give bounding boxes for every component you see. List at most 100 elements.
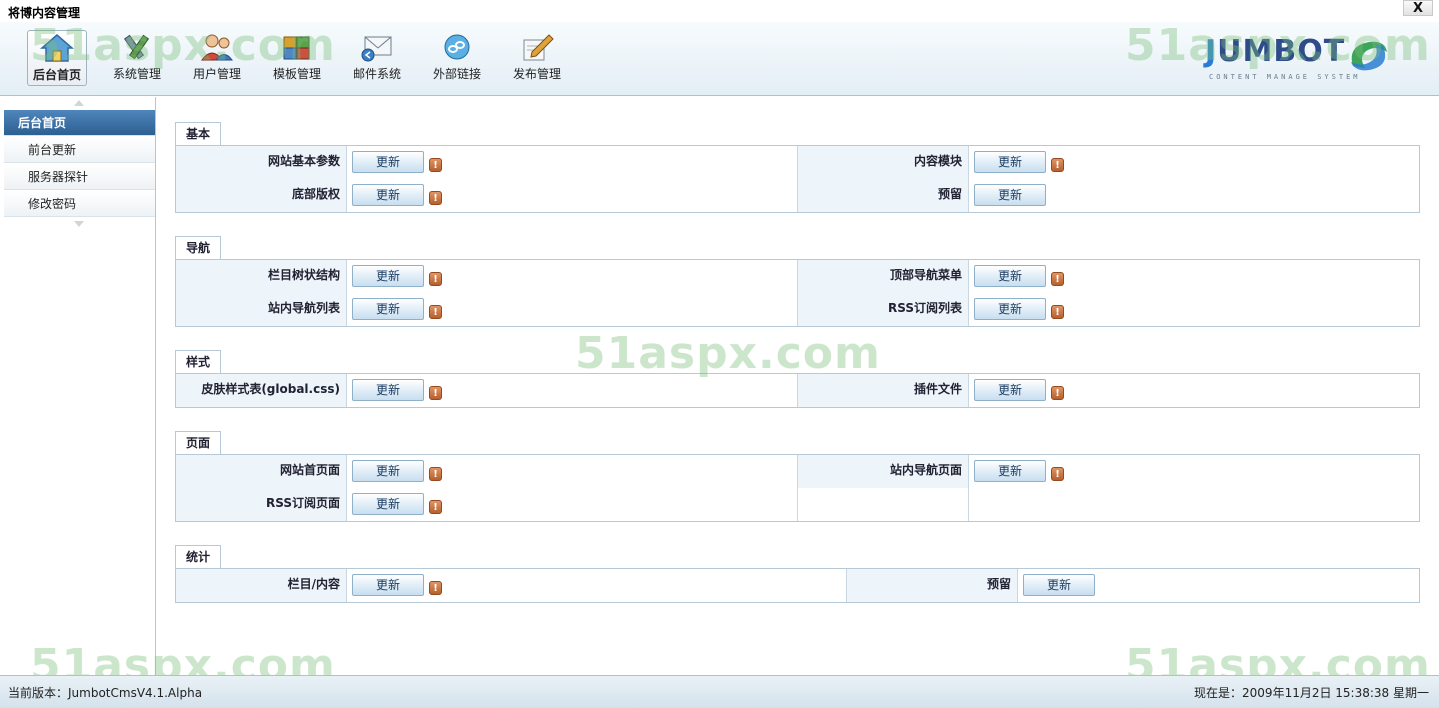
row-label: 站内导航列表	[176, 293, 347, 326]
warning-icon: !	[429, 272, 442, 286]
row-label: 皮肤样式表(global.css)	[176, 374, 347, 407]
toolbar-mail[interactable]: 邮件系统	[347, 30, 407, 86]
section-tab: 基本	[175, 122, 222, 146]
toolbar-users[interactable]: 用户管理	[187, 30, 247, 86]
pencil-icon	[523, 34, 554, 61]
section-grid: 网站基本参数 更新 ! 内容模块 更新 ! 底部版权 更新 ! 预留 更新	[175, 145, 1420, 213]
warning-icon: !	[429, 386, 442, 400]
update-button[interactable]: 更新	[974, 298, 1046, 320]
toolbar-publish-label: 发布管理	[512, 67, 561, 81]
toolbar-templates[interactable]: 模板管理	[267, 30, 327, 86]
section-grid: 栏目树状结构 更新 ! 顶部导航菜单 更新 ! 站内导航列表 更新 ! RSS订…	[175, 259, 1420, 327]
update-button[interactable]: 更新	[974, 460, 1046, 482]
toolbar-publish[interactable]: 发布管理	[507, 30, 567, 86]
update-button[interactable]: 更新	[352, 379, 424, 401]
tools-icon	[123, 34, 150, 60]
toolbar-system-label: 系统管理	[112, 67, 161, 81]
sidebar-item-home[interactable]: 后台首页	[4, 110, 155, 136]
table-row: 栏目树状结构 更新 ! 顶部导航菜单 更新 !	[176, 260, 1419, 293]
section-tab: 导航	[175, 236, 222, 260]
table-row: 网站首页面 更新 ! 站内导航页面 更新 !	[176, 455, 1419, 488]
mail-icon	[361, 36, 392, 62]
update-button[interactable]: 更新	[974, 184, 1046, 206]
row-label: 预留	[847, 569, 1018, 602]
warning-icon: !	[429, 581, 442, 595]
puzzle-icon	[283, 36, 310, 60]
version-text: 当前版本：JumbotCmsV4.1.Alpha	[8, 686, 203, 700]
table-row: 站内导航列表 更新 ! RSS订阅列表 更新 !	[176, 293, 1419, 326]
section-tab: 样式	[175, 350, 222, 374]
row-label: 栏目/内容	[176, 569, 347, 602]
toolbar-home-label: 后台首页	[32, 68, 81, 82]
update-button[interactable]: 更新	[974, 151, 1046, 173]
sidebar: 后台首页 前台更新 服务器探针 修改密码	[0, 97, 156, 675]
row-label: 顶部导航菜单	[798, 260, 969, 293]
row-label: 网站首页面	[176, 455, 347, 488]
update-button[interactable]: 更新	[352, 265, 424, 287]
section-grid: 皮肤样式表(global.css) 更新 ! 插件文件 更新 !	[175, 373, 1420, 408]
update-button[interactable]: 更新	[974, 379, 1046, 401]
toolbar-templates-label: 模板管理	[272, 67, 321, 81]
update-button[interactable]: 更新	[352, 184, 424, 206]
warning-icon: !	[429, 500, 442, 514]
table-row: 网站基本参数 更新 ! 内容模块 更新 !	[176, 146, 1419, 179]
datetime-text: 现在是：2009年11月2日 15:38:38 星期一	[1194, 686, 1429, 700]
warning-icon: !	[429, 158, 442, 172]
row-label: 站内导航页面	[798, 455, 969, 488]
window-title: 将博内容管理	[8, 6, 81, 20]
warning-icon: !	[1051, 467, 1064, 481]
update-button[interactable]: 更新	[1023, 574, 1095, 596]
jumbot-logo: JUMBOT CONTENT MANAGE SYSTEM	[1205, 34, 1405, 92]
toolbar-links[interactable]: 外部链接	[427, 30, 487, 86]
section-grid: 网站首页面 更新 ! 站内导航页面 更新 ! RSS订阅页面 更新 !	[175, 454, 1420, 522]
update-button[interactable]: 更新	[352, 493, 424, 515]
section-tab: 统计	[175, 545, 222, 569]
section-tab: 页面	[175, 431, 222, 455]
warning-icon: !	[1051, 305, 1064, 319]
update-button[interactable]: 更新	[352, 574, 424, 596]
status-bar: 当前版本：JumbotCmsV4.1.Alpha 现在是：2009年11月2日 …	[0, 675, 1439, 708]
top-toolbar: 后台首页 系统管理 用户管理 模板管理 邮件系统 外部链接 发布管理 JUMBO…	[0, 22, 1439, 96]
main-content: 基本 网站基本参数 更新 ! 内容模块 更新 ! 底部版权 更新 ! 预留 更新…	[157, 97, 1439, 675]
close-button[interactable]: X	[1403, 0, 1433, 16]
sidebar-item-server-probe[interactable]: 服务器探针	[4, 164, 155, 190]
logo-swirl-icon	[1351, 41, 1387, 71]
empty-cell	[969, 488, 1419, 521]
warning-icon: !	[429, 305, 442, 319]
row-label: 预留	[798, 179, 969, 212]
toolbar-mail-label: 邮件系统	[352, 67, 401, 81]
update-button[interactable]: 更新	[352, 151, 424, 173]
warning-icon: !	[429, 467, 442, 481]
section-grid: 栏目/内容 更新 ! 预留 更新	[175, 568, 1420, 603]
row-label: 内容模块	[798, 146, 969, 179]
update-button[interactable]: 更新	[974, 265, 1046, 287]
row-label: 底部版权	[176, 179, 347, 212]
toolbar-system[interactable]: 系统管理	[107, 30, 167, 86]
link-icon	[444, 34, 470, 60]
sidebar-item-change-password[interactable]: 修改密码	[4, 191, 155, 217]
warning-icon: !	[1051, 272, 1064, 286]
toolbar-home[interactable]: 后台首页	[27, 30, 87, 86]
table-row: 皮肤样式表(global.css) 更新 ! 插件文件 更新 !	[176, 374, 1419, 407]
warning-icon: !	[1051, 386, 1064, 400]
scroll-down-icon[interactable]	[74, 221, 84, 227]
sidebar-item-frontend-update[interactable]: 前台更新	[4, 137, 155, 163]
title-bar: 将博内容管理 X	[0, 0, 1439, 22]
row-label: 插件文件	[798, 374, 969, 407]
row-label: 栏目树状结构	[176, 260, 347, 293]
table-row: 栏目/内容 更新 ! 预留 更新	[176, 569, 1419, 602]
scroll-up-icon[interactable]	[74, 100, 84, 106]
row-label: RSS订阅页面	[176, 488, 347, 521]
warning-icon: !	[1051, 158, 1064, 172]
row-label: RSS订阅列表	[798, 293, 969, 326]
update-button[interactable]: 更新	[352, 298, 424, 320]
empty-cell	[798, 488, 969, 521]
table-row: RSS订阅页面 更新 !	[176, 488, 1419, 521]
toolbar-links-label: 外部链接	[432, 67, 481, 81]
update-button[interactable]: 更新	[352, 460, 424, 482]
row-label: 网站基本参数	[176, 146, 347, 179]
toolbar-users-label: 用户管理	[192, 67, 241, 81]
table-row: 底部版权 更新 ! 预留 更新	[176, 179, 1419, 212]
warning-icon: !	[429, 191, 442, 205]
home-icon	[39, 34, 75, 62]
